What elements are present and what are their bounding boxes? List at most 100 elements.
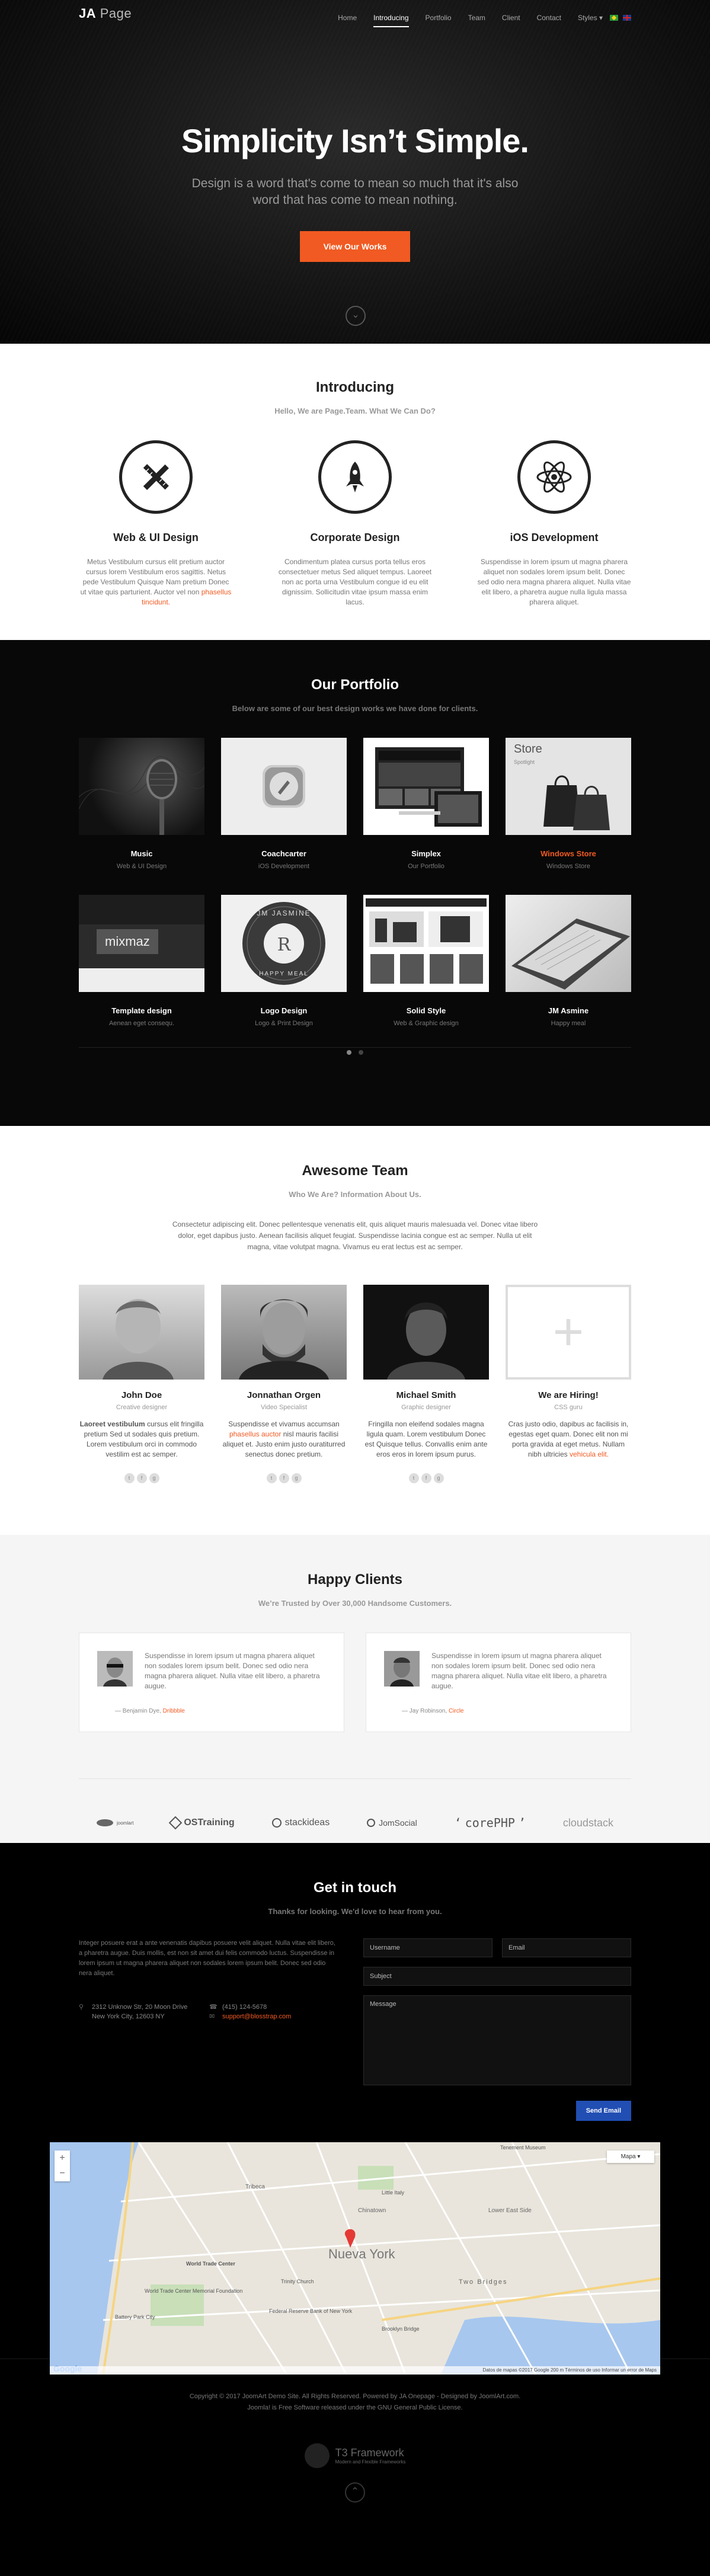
google-plus-icon[interactable]: g — [291, 1473, 302, 1483]
client-logo-joomlart[interactable]: joomlart — [97, 1819, 133, 1826]
portfolio-title: Logo Design — [260, 1006, 308, 1015]
google-plus-icon[interactable]: g — [433, 1473, 444, 1483]
twitter-icon[interactable]: t — [266, 1473, 277, 1483]
portfolio-thumb-template: mixmaz — [79, 895, 204, 992]
member-role: Video Specialist — [260, 1404, 308, 1411]
author-company-link[interactable]: Dribbble — [163, 1708, 185, 1714]
portfolio-item[interactable]: Music Web & UI Design — [79, 738, 204, 870]
team-member: Jonnathan Orgen Video Specialist Suspend… — [221, 1285, 347, 1483]
hero-subtitle: Design is a word that's come to mean so … — [191, 177, 519, 207]
portfolio-category: iOS Development — [258, 863, 310, 870]
t3-framework-logo[interactable]: T3 Framework Modern and Flexible Framewor… — [0, 2443, 710, 2468]
twitter-icon[interactable]: t — [408, 1473, 419, 1483]
scroll-down-icon[interactable]: ⌄ — [346, 306, 366, 326]
portfolio-item[interactable]: Coachcarter iOS Development — [221, 738, 347, 870]
nav-portfolio[interactable]: Portfolio — [426, 0, 452, 36]
client-logo-cloudstack[interactable]: cloudstack — [563, 1817, 613, 1829]
testimonial-author: — Jay Robinson, Circle — [402, 1708, 464, 1714]
author-company-link[interactable]: Circle — [449, 1708, 464, 1714]
message-field[interactable] — [363, 1995, 631, 2085]
google-plus-icon[interactable]: g — [149, 1473, 159, 1483]
team-member: + We are Hiring! CSS guru Cras justo odi… — [506, 1285, 631, 1483]
nav-team[interactable]: Team — [468, 0, 485, 36]
facebook-icon[interactable]: f — [421, 1473, 431, 1483]
view-works-button[interactable]: View Our Works — [299, 231, 411, 262]
testimonial-card: Suspendisse in lorem ipsum ut magna phar… — [79, 1633, 344, 1732]
member-role: Creative designer — [116, 1404, 168, 1411]
client-logo-stackideas[interactable]: stackideas — [271, 1817, 330, 1828]
nav-introducing[interactable]: Introducing — [373, 0, 409, 36]
google-map[interactable]: + − Mapa ▾ Nueva York World Trade Center … — [50, 2142, 660, 2375]
nav-home[interactable]: Home — [338, 0, 357, 36]
site-logo[interactable]: JA Page — [79, 6, 132, 21]
client-logo-jomsocial[interactable]: JomSocial — [367, 1818, 417, 1828]
testimonial-author: — Benjamin Dye, Dribbble — [115, 1708, 185, 1714]
clients-section: Happy Clients We’re Trusted by Over 30,0… — [0, 1535, 710, 1843]
testimonial-text: Suspendisse in lorem ipsum ut magna phar… — [145, 1652, 320, 1690]
member-link[interactable]: phasellus auctor — [229, 1430, 281, 1438]
client-logo-corephp[interactable]: ‘corePHP’ — [455, 1816, 526, 1830]
testimonial-text: Suspendisse in lorem ipsum ut magna phar… — [431, 1652, 607, 1690]
portfolio-thumb-music — [79, 738, 204, 835]
team-member: Michael Smith Graphic designer Fringilla… — [363, 1285, 489, 1483]
nav-styles-dropdown[interactable]: Styles ▾ — [578, 0, 603, 36]
member-role: CSS guru — [554, 1404, 583, 1411]
service-text: Metus Vestibulum cursus elit pretium auc… — [80, 558, 232, 606]
section-title: Our Portfolio — [311, 677, 399, 693]
portfolio-pagination — [79, 1047, 631, 1057]
member-bio: Cras justo odio, dapibus ac facilisis in… — [508, 1420, 629, 1458]
portfolio-title: Template design — [111, 1006, 172, 1015]
username-field[interactable] — [363, 1938, 492, 1957]
portfolio-category: Our Portfolio — [408, 863, 444, 870]
email-field[interactable] — [502, 1938, 631, 1957]
map-label: Trinity Church — [281, 2279, 314, 2284]
member-name: John Doe — [121, 1390, 162, 1400]
zoom-out-button[interactable]: − — [55, 2166, 70, 2181]
portfolio-thumb-simplex — [363, 738, 489, 835]
portfolio-title: Simplex — [411, 849, 441, 858]
contact-email-link[interactable]: support@blosstrap.com — [222, 2013, 291, 2020]
client-avatar — [384, 1651, 420, 1687]
member-link[interactable]: vehicula elit. — [570, 1450, 609, 1458]
back-to-top-icon[interactable]: ⌃ — [345, 2482, 365, 2503]
send-email-button[interactable]: Send Email — [575, 2101, 631, 2121]
map-label: Brooklyn Bridge — [382, 2326, 420, 2332]
portfolio-item[interactable]: JM Asmine Happy meal — [506, 895, 631, 1027]
portfolio-item[interactable]: Store Spotlight Windows Store Windows St… — [506, 738, 631, 870]
service-web-ui: Web & UI Design Metus Vestibulum cursus … — [79, 440, 233, 607]
twitter-icon[interactable]: t — [124, 1473, 135, 1483]
hero-content: Simplicity Isn’t Simple. Design is a wor… — [0, 121, 710, 262]
section-title: Awesome Team — [302, 1163, 408, 1179]
uk-flag-icon[interactable] — [623, 15, 631, 21]
header: JA Page Home Introducing Portfolio Team … — [79, 0, 631, 36]
service-text: Suspendisse in lorem ipsum ut magna phar… — [477, 558, 631, 606]
email-icon: ✉ — [209, 2013, 215, 2020]
facebook-icon[interactable]: f — [279, 1473, 289, 1483]
portfolio-item[interactable]: R JM JASMINE HAPPY MEAL Logo Design Logo… — [221, 895, 347, 1027]
portfolio-item[interactable]: Simplex Our Portfolio — [363, 738, 489, 870]
section-title: Get in touch — [314, 1880, 396, 1896]
map-type-select[interactable]: Mapa ▾ — [607, 2151, 654, 2163]
zoom-in-button[interactable]: + — [55, 2151, 70, 2166]
hero-title: Simplicity Isn’t Simple. — [181, 122, 529, 159]
plus-icon[interactable]: + — [506, 1285, 631, 1380]
portfolio-thumb-logo: R JM JASMINE HAPPY MEAL — [221, 895, 347, 992]
nav-client[interactable]: Client — [502, 0, 520, 36]
map-zoom-controls[interactable]: + − — [55, 2151, 70, 2181]
brazil-flag-icon[interactable] — [610, 15, 618, 21]
page-dot[interactable] — [359, 1050, 363, 1055]
subject-field[interactable] — [363, 1967, 631, 1986]
client-logo-ostraining[interactable]: OSTraining — [169, 1816, 235, 1830]
member-role: Graphic designer — [401, 1404, 451, 1411]
copyright-text: Copyright © 2017 JoomArt Demo Site. All … — [189, 2393, 521, 2400]
map-label: Chinatown — [358, 2207, 386, 2214]
page-dot[interactable] — [347, 1050, 351, 1055]
section-subtitle: Below are some of our best design works … — [232, 704, 478, 713]
facebook-icon[interactable]: f — [136, 1473, 147, 1483]
portfolio-item[interactable]: Solid Style Web & Graphic design — [363, 895, 489, 1027]
portfolio-thumb-jm — [506, 895, 631, 992]
service-title: Web & UI Design — [113, 532, 199, 543]
section-subtitle: Who We Are? Information About Us. — [289, 1190, 421, 1199]
portfolio-item[interactable]: mixmaz Template design Aenean eget conse… — [79, 895, 204, 1027]
nav-contact[interactable]: Contact — [537, 0, 561, 36]
